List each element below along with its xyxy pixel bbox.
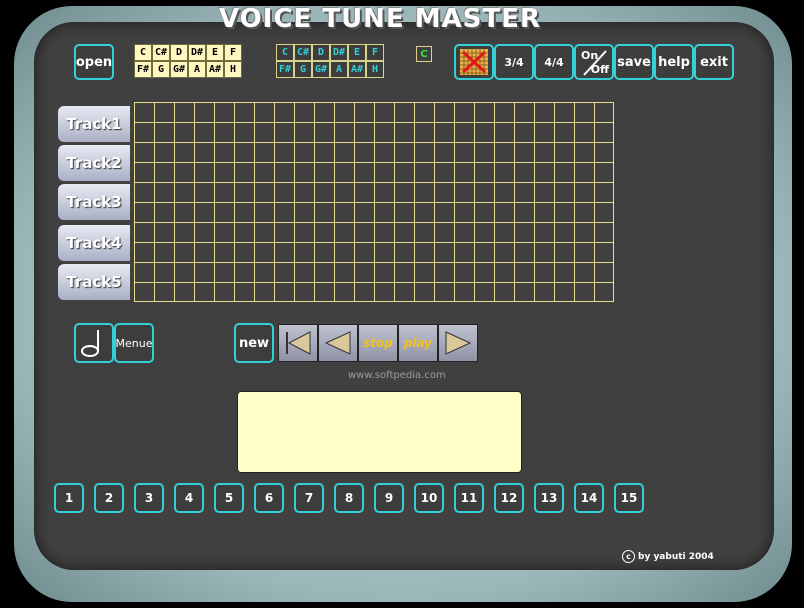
- track-5-tab[interactable]: Track5: [58, 264, 130, 300]
- exit-button[interactable]: exit: [694, 44, 734, 80]
- track-2-tab[interactable]: Track2: [58, 145, 130, 181]
- note-palette-1: C C# D D# E F F# G G# A A# H: [134, 44, 242, 78]
- time-signature-4-4-button[interactable]: 4/4: [534, 44, 574, 80]
- clear-grid-icon: [460, 49, 488, 75]
- number-button-14[interactable]: 14: [574, 483, 604, 513]
- number-button-1[interactable]: 1: [54, 483, 84, 513]
- number-button-15[interactable]: 15: [614, 483, 644, 513]
- on-off-button[interactable]: On Off: [574, 44, 614, 80]
- note-d-sharp[interactable]: D#: [188, 44, 206, 61]
- copyright-icon: c: [622, 550, 635, 563]
- stop-label: stop: [363, 336, 393, 350]
- note-f[interactable]: F: [366, 44, 384, 61]
- help-button[interactable]: help: [654, 44, 694, 80]
- slash-icon: [583, 50, 607, 76]
- app-title: VOICE TUNE MASTER: [219, 4, 541, 34]
- note-e[interactable]: E: [348, 44, 366, 61]
- note-c[interactable]: C: [276, 44, 294, 61]
- menu-button[interactable]: Menue: [114, 323, 154, 363]
- new-button[interactable]: new: [234, 323, 274, 363]
- number-button-11[interactable]: 11: [454, 483, 484, 513]
- note-g-sharp[interactable]: G#: [312, 61, 330, 78]
- note-d[interactable]: D: [170, 44, 188, 61]
- note-a[interactable]: A: [188, 61, 206, 78]
- forward-icon: [445, 331, 472, 355]
- number-button-8[interactable]: 8: [334, 483, 364, 513]
- track-4-tab[interactable]: Track4: [58, 225, 130, 261]
- note-g[interactable]: G: [152, 61, 170, 78]
- credit: c by yabuti 2004: [622, 550, 714, 563]
- number-button-6[interactable]: 6: [254, 483, 284, 513]
- note-palette-2: C C# D D# E F F# G G# A A# H: [276, 44, 384, 78]
- track-3-tab[interactable]: Track3: [58, 184, 130, 220]
- stop-button[interactable]: stop: [358, 324, 398, 362]
- note-a-sharp[interactable]: A#: [206, 61, 224, 78]
- note-c[interactable]: C: [134, 44, 152, 61]
- track-1-tab[interactable]: Track1: [58, 106, 130, 142]
- note-g[interactable]: G: [294, 61, 312, 78]
- note-h[interactable]: H: [366, 61, 384, 78]
- number-button-12[interactable]: 12: [494, 483, 524, 513]
- forward-button[interactable]: [438, 324, 478, 362]
- note-a-sharp[interactable]: A#: [348, 61, 366, 78]
- note-grid[interactable]: [134, 102, 614, 302]
- number-button-3[interactable]: 3: [134, 483, 164, 513]
- open-button[interactable]: open: [74, 44, 114, 80]
- number-button-10[interactable]: 10: [414, 483, 444, 513]
- note-c-sharp[interactable]: C#: [152, 44, 170, 61]
- save-button[interactable]: save: [614, 44, 654, 80]
- message-display: [237, 391, 522, 473]
- note-d[interactable]: D: [312, 44, 330, 61]
- key-badge: C: [416, 46, 432, 62]
- time-signature-3-4-button[interactable]: 3/4: [494, 44, 534, 80]
- note-f-sharp[interactable]: F#: [134, 61, 152, 78]
- number-button-13[interactable]: 13: [534, 483, 564, 513]
- number-button-9[interactable]: 9: [374, 483, 404, 513]
- note-f-sharp[interactable]: F#: [276, 61, 294, 78]
- note-c-sharp[interactable]: C#: [294, 44, 312, 61]
- note-length-button[interactable]: [74, 323, 114, 363]
- clear-grid-button[interactable]: [454, 44, 494, 80]
- play-button[interactable]: play: [398, 324, 438, 362]
- note-d-sharp[interactable]: D#: [330, 44, 348, 61]
- note-g-sharp[interactable]: G#: [170, 61, 188, 78]
- note-f[interactable]: F: [224, 44, 242, 61]
- back-icon: [324, 331, 351, 355]
- number-button-7[interactable]: 7: [294, 483, 324, 513]
- half-note-icon: [81, 330, 99, 357]
- note-e[interactable]: E: [206, 44, 224, 61]
- back-button[interactable]: [318, 324, 358, 362]
- skip-start-icon: [286, 331, 311, 355]
- number-button-5[interactable]: 5: [214, 483, 244, 513]
- play-label: play: [403, 336, 433, 350]
- credit-text: by yabuti 2004: [638, 551, 714, 562]
- note-a[interactable]: A: [330, 61, 348, 78]
- number-button-2[interactable]: 2: [94, 483, 124, 513]
- rewind-to-start-button[interactable]: [278, 324, 318, 362]
- note-h[interactable]: H: [224, 61, 242, 78]
- number-button-4[interactable]: 4: [174, 483, 204, 513]
- watermark: www.softpedia.com: [348, 370, 446, 381]
